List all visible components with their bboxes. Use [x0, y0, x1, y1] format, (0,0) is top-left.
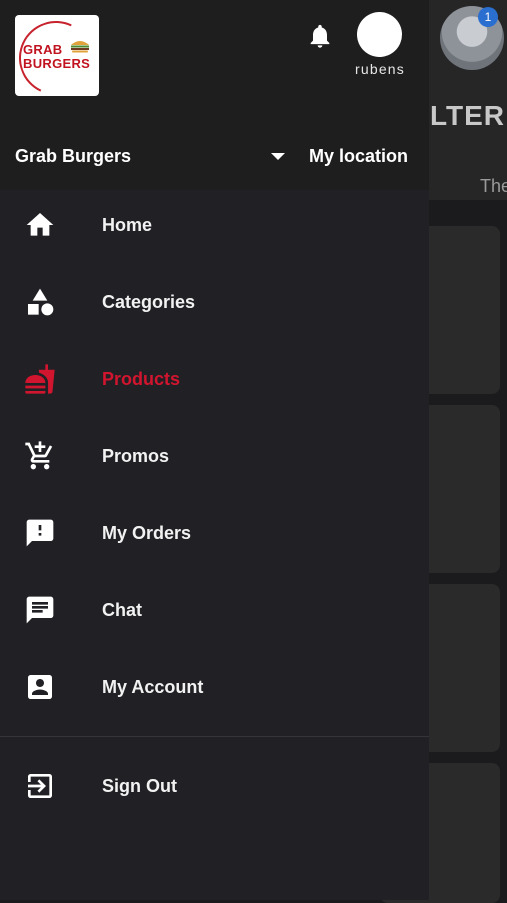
menu-item-categories[interactable]: Categories: [0, 267, 429, 337]
shapes-icon: [28, 288, 54, 316]
menu-item-promos[interactable]: Promos: [0, 421, 429, 491]
burger-icon: [71, 41, 89, 53]
notification-bell-icon[interactable]: [306, 22, 334, 50]
menu-divider: [0, 736, 429, 737]
menu-item-label: Chat: [102, 600, 142, 620]
dropdown-caret-icon[interactable]: [270, 152, 286, 162]
my-location-link[interactable]: My location: [309, 146, 408, 167]
menu-item-label: Promos: [102, 446, 170, 466]
feedback-icon: [26, 519, 54, 547]
menu-item-label: Sign Out: [102, 776, 177, 796]
background-tab: The: [480, 176, 507, 196]
drawer-header: GRAB BURGERS rubens Grab Burgers My loca…: [0, 0, 429, 190]
navigation-drawer: GRAB BURGERS rubens Grab Burgers My loca…: [0, 0, 429, 900]
menu-item-label: Home: [102, 215, 153, 235]
menu-item-label: My Account: [102, 677, 204, 697]
fastfood-icon: [25, 364, 55, 394]
brand-logo: GRAB BURGERS: [15, 15, 99, 96]
username: rubens: [354, 61, 405, 77]
menu-item-my-account[interactable]: My Account: [0, 652, 429, 722]
user-avatar[interactable]: [357, 12, 402, 57]
background-filter-title: LTER: [430, 100, 506, 131]
store-selector[interactable]: Grab Burgers: [15, 146, 131, 167]
menu-item-my-orders[interactable]: My Orders: [0, 498, 429, 568]
account-box-icon: [28, 675, 52, 699]
menu-item-label: My Orders: [102, 523, 192, 543]
menu-item-label: Categories: [102, 292, 196, 312]
chat-icon: [26, 596, 54, 624]
notification-badge: 1: [478, 7, 498, 27]
exit-icon: [28, 774, 52, 798]
menu-item-products[interactable]: Products: [0, 344, 429, 414]
menu-item-label: Products: [102, 369, 181, 389]
menu-item-sign-out[interactable]: Sign Out: [0, 751, 429, 821]
home-icon: [26, 213, 54, 236]
menu-item-chat[interactable]: Chat: [0, 575, 429, 645]
logo-line-2: BURGERS: [23, 56, 91, 71]
menu-item-home[interactable]: Home: [0, 190, 429, 260]
add-cart-icon: [25, 441, 53, 470]
